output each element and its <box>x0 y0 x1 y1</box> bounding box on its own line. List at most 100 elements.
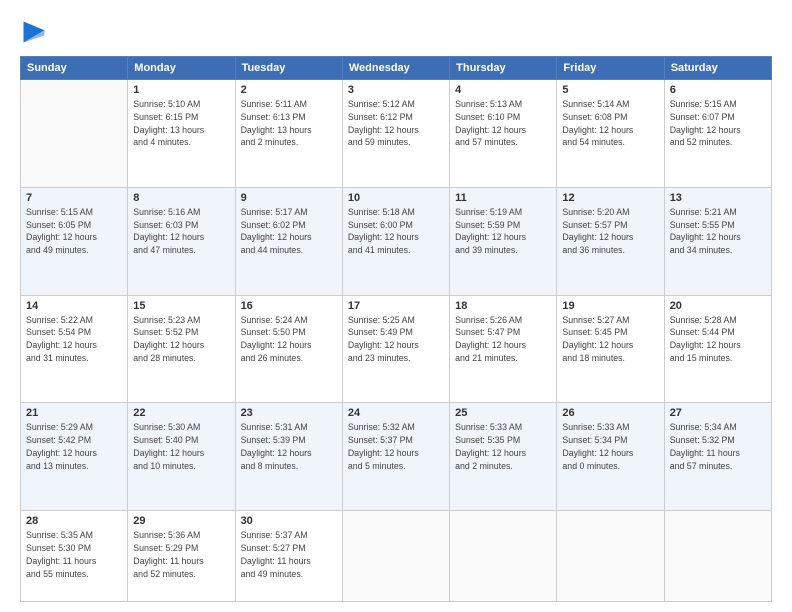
day-number: 27 <box>670 407 766 419</box>
day-number: 26 <box>562 407 658 419</box>
day-info: Sunrise: 5:22 AM Sunset: 5:54 PM Dayligh… <box>26 314 122 365</box>
day-info: Sunrise: 5:15 AM Sunset: 6:05 PM Dayligh… <box>26 206 122 257</box>
day-info: Sunrise: 5:11 AM Sunset: 6:13 PM Dayligh… <box>241 98 337 149</box>
day-info: Sunrise: 5:15 AM Sunset: 6:07 PM Dayligh… <box>670 98 766 149</box>
calendar-cell: 17 Sunrise: 5:25 AM Sunset: 5:49 PM Dayli… <box>342 295 449 403</box>
col-wednesday: Wednesday <box>342 57 449 80</box>
day-info: Sunrise: 5:17 AM Sunset: 6:02 PM Dayligh… <box>241 206 337 257</box>
day-info: Sunrise: 5:35 AM Sunset: 5:30 PM Dayligh… <box>26 529 122 580</box>
calendar-cell <box>450 511 557 602</box>
calendar-cell: 6 Sunrise: 5:15 AM Sunset: 6:07 PM Daylig… <box>664 80 771 188</box>
calendar-cell: 16 Sunrise: 5:24 AM Sunset: 5:50 PM Dayli… <box>235 295 342 403</box>
day-number: 4 <box>455 84 551 96</box>
day-number: 3 <box>348 84 444 96</box>
day-info: Sunrise: 5:32 AM Sunset: 5:37 PM Dayligh… <box>348 421 444 472</box>
day-number: 18 <box>455 300 551 312</box>
calendar-cell: 20 Sunrise: 5:28 AM Sunset: 5:44 PM Dayli… <box>664 295 771 403</box>
calendar-week-row: 7 Sunrise: 5:15 AM Sunset: 6:05 PM Daylig… <box>21 187 772 295</box>
day-number: 5 <box>562 84 658 96</box>
col-tuesday: Tuesday <box>235 57 342 80</box>
day-number: 17 <box>348 300 444 312</box>
day-number: 30 <box>241 515 337 527</box>
day-number: 16 <box>241 300 337 312</box>
logo-icon <box>20 18 48 46</box>
day-info: Sunrise: 5:14 AM Sunset: 6:08 PM Dayligh… <box>562 98 658 149</box>
calendar-cell: 22 Sunrise: 5:30 AM Sunset: 5:40 PM Dayli… <box>128 403 235 511</box>
day-number: 12 <box>562 192 658 204</box>
day-info: Sunrise: 5:21 AM Sunset: 5:55 PM Dayligh… <box>670 206 766 257</box>
calendar-week-row: 28 Sunrise: 5:35 AM Sunset: 5:30 PM Dayli… <box>21 511 772 602</box>
col-sunday: Sunday <box>21 57 128 80</box>
calendar-cell: 23 Sunrise: 5:31 AM Sunset: 5:39 PM Dayli… <box>235 403 342 511</box>
col-thursday: Thursday <box>450 57 557 80</box>
calendar-cell <box>557 511 664 602</box>
day-number: 24 <box>348 407 444 419</box>
calendar-cell: 30Sunrise: 5:37 AM Sunset: 5:27 PM Dayli… <box>235 511 342 602</box>
day-number: 2 <box>241 84 337 96</box>
calendar-cell <box>21 80 128 188</box>
day-info: Sunrise: 5:28 AM Sunset: 5:44 PM Dayligh… <box>670 314 766 365</box>
day-number: 7 <box>26 192 122 204</box>
day-info: Sunrise: 5:25 AM Sunset: 5:49 PM Dayligh… <box>348 314 444 365</box>
calendar-cell <box>664 511 771 602</box>
day-info: Sunrise: 5:19 AM Sunset: 5:59 PM Dayligh… <box>455 206 551 257</box>
day-info: Sunrise: 5:26 AM Sunset: 5:47 PM Dayligh… <box>455 314 551 365</box>
day-info: Sunrise: 5:10 AM Sunset: 6:15 PM Dayligh… <box>133 98 229 149</box>
day-number: 13 <box>670 192 766 204</box>
day-number: 11 <box>455 192 551 204</box>
day-number: 19 <box>562 300 658 312</box>
day-number: 15 <box>133 300 229 312</box>
day-number: 23 <box>241 407 337 419</box>
day-info: Sunrise: 5:13 AM Sunset: 6:10 PM Dayligh… <box>455 98 551 149</box>
day-info: Sunrise: 5:30 AM Sunset: 5:40 PM Dayligh… <box>133 421 229 472</box>
calendar-header-row: Sunday Monday Tuesday Wednesday Thursday… <box>21 57 772 80</box>
calendar-cell: 2 Sunrise: 5:11 AM Sunset: 6:13 PM Daylig… <box>235 80 342 188</box>
day-info: Sunrise: 5:31 AM Sunset: 5:39 PM Dayligh… <box>241 421 337 472</box>
day-number: 1 <box>133 84 229 96</box>
day-info: Sunrise: 5:24 AM Sunset: 5:50 PM Dayligh… <box>241 314 337 365</box>
col-monday: Monday <box>128 57 235 80</box>
day-number: 8 <box>133 192 229 204</box>
day-info: Sunrise: 5:33 AM Sunset: 5:35 PM Dayligh… <box>455 421 551 472</box>
calendar-cell: 27Sunrise: 5:34 AM Sunset: 5:32 PM Dayli… <box>664 403 771 511</box>
day-number: 21 <box>26 407 122 419</box>
calendar-cell: 28 Sunrise: 5:35 AM Sunset: 5:30 PM Dayli… <box>21 511 128 602</box>
col-saturday: Saturday <box>664 57 771 80</box>
day-number: 14 <box>26 300 122 312</box>
day-number: 22 <box>133 407 229 419</box>
calendar-cell: 14 Sunrise: 5:22 AM Sunset: 5:54 PM Dayli… <box>21 295 128 403</box>
calendar-cell: 1 Sunrise: 5:10 AM Sunset: 6:15 PM Daylig… <box>128 80 235 188</box>
calendar-cell: 11 Sunrise: 5:19 AM Sunset: 5:59 PM Dayli… <box>450 187 557 295</box>
day-info: Sunrise: 5:20 AM Sunset: 5:57 PM Dayligh… <box>562 206 658 257</box>
calendar-cell: 25 Sunrise: 5:33 AM Sunset: 5:35 PM Dayli… <box>450 403 557 511</box>
calendar-cell: 10 Sunrise: 5:18 AM Sunset: 6:00 PM Dayli… <box>342 187 449 295</box>
col-friday: Friday <box>557 57 664 80</box>
calendar-cell: 18 Sunrise: 5:26 AM Sunset: 5:47 PM Dayli… <box>450 295 557 403</box>
calendar-cell: 3Sunrise: 5:12 AM Sunset: 6:12 PM Daylig… <box>342 80 449 188</box>
day-info: Sunrise: 5:16 AM Sunset: 6:03 PM Dayligh… <box>133 206 229 257</box>
calendar-cell: 7 Sunrise: 5:15 AM Sunset: 6:05 PM Daylig… <box>21 187 128 295</box>
calendar: Sunday Monday Tuesday Wednesday Thursday… <box>20 56 772 602</box>
calendar-week-row: 21 Sunrise: 5:29 AM Sunset: 5:42 PM Dayli… <box>21 403 772 511</box>
calendar-cell: 26 Sunrise: 5:33 AM Sunset: 5:34 PM Dayli… <box>557 403 664 511</box>
calendar-cell: 4 Sunrise: 5:13 AM Sunset: 6:10 PM Daylig… <box>450 80 557 188</box>
day-info: Sunrise: 5:29 AM Sunset: 5:42 PM Dayligh… <box>26 421 122 472</box>
day-number: 28 <box>26 515 122 527</box>
calendar-cell: 8 Sunrise: 5:16 AM Sunset: 6:03 PM Daylig… <box>128 187 235 295</box>
day-number: 25 <box>455 407 551 419</box>
day-info: Sunrise: 5:18 AM Sunset: 6:00 PM Dayligh… <box>348 206 444 257</box>
calendar-cell: 12 Sunrise: 5:20 AM Sunset: 5:57 PM Dayli… <box>557 187 664 295</box>
calendar-cell: 5 Sunrise: 5:14 AM Sunset: 6:08 PM Daylig… <box>557 80 664 188</box>
calendar-cell: 15Sunrise: 5:23 AM Sunset: 5:52 PM Dayli… <box>128 295 235 403</box>
calendar-cell: 29Sunrise: 5:36 AM Sunset: 5:29 PM Dayli… <box>128 511 235 602</box>
day-info: Sunrise: 5:33 AM Sunset: 5:34 PM Dayligh… <box>562 421 658 472</box>
day-number: 10 <box>348 192 444 204</box>
day-number: 20 <box>670 300 766 312</box>
calendar-cell: 9 Sunrise: 5:17 AM Sunset: 6:02 PM Daylig… <box>235 187 342 295</box>
calendar-week-row: 1 Sunrise: 5:10 AM Sunset: 6:15 PM Daylig… <box>21 80 772 188</box>
day-number: 6 <box>670 84 766 96</box>
day-number: 29 <box>133 515 229 527</box>
calendar-cell: 21 Sunrise: 5:29 AM Sunset: 5:42 PM Dayli… <box>21 403 128 511</box>
page: Sunday Monday Tuesday Wednesday Thursday… <box>0 0 792 612</box>
day-number: 9 <box>241 192 337 204</box>
